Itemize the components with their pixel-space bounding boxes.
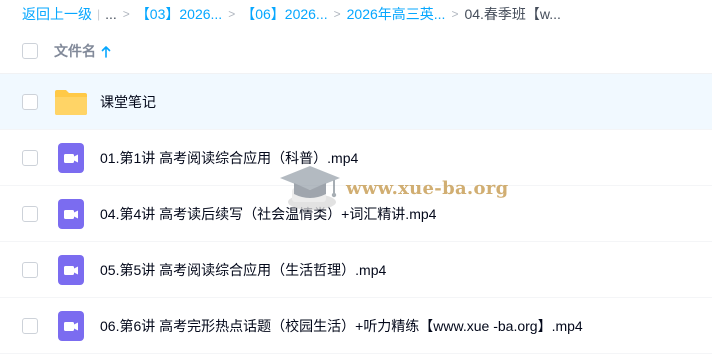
row-checkbox[interactable] [22,261,38,278]
breadcrumb-ellipsis[interactable]: ... [105,6,117,22]
breadcrumb-current: 04.春季班【w... [464,6,561,22]
video-file-icon [54,253,88,287]
breadcrumb-chevron-icon: > [333,7,341,21]
file-name[interactable]: 06.第6讲 高考完形热点话题（校园生活）+听力精练【www.xue -ba.o… [100,316,583,336]
column-header-filename[interactable]: 文件名 [54,41,96,61]
file-name[interactable]: 课堂笔记 [100,92,156,112]
file-list-header: 文件名 [0,28,712,74]
breadcrumb: 返回上一级 | ... > 【03】2026... > 【06】2026... … [0,0,712,28]
video-file-icon [54,197,88,231]
file-row-folder[interactable]: 课堂笔记 [0,74,712,130]
file-name[interactable]: 04.第4讲 高考读后续写（社会温情类）+词汇精讲.mp4 [100,204,436,224]
row-checkbox[interactable] [22,205,38,222]
video-file-icon [54,141,88,175]
row-checkbox[interactable] [22,93,38,110]
breadcrumb-item[interactable]: 【03】2026... [136,4,222,24]
row-checkbox[interactable] [22,317,38,334]
sort-ascending-icon[interactable] [101,45,111,58]
file-row[interactable]: 01.第1讲 高考阅读综合应用（科普）.mp4 [0,130,712,186]
file-row[interactable]: 04.第4讲 高考读后续写（社会温情类）+词汇精讲.mp4 [0,186,712,242]
video-file-icon [54,309,88,343]
row-checkbox[interactable] [22,149,38,166]
breadcrumb-chevron-icon: > [451,7,459,21]
select-all-checkbox[interactable] [22,42,38,59]
breadcrumb-item[interactable]: 2026年高三英... [347,4,446,24]
breadcrumb-chevron-icon: > [228,7,236,21]
folder-icon [54,85,88,119]
breadcrumb-divider: | [97,7,101,21]
file-name[interactable]: 01.第1讲 高考阅读综合应用（科普）.mp4 [100,148,358,168]
breadcrumb-item[interactable]: 【06】2026... [241,4,327,24]
file-row[interactable]: 05.第5讲 高考阅读综合应用（生活哲理）.mp4 [0,242,712,298]
file-row[interactable]: 06.第6讲 高考完形热点话题（校园生活）+听力精练【www.xue -ba.o… [0,298,712,354]
breadcrumb-chevron-icon: > [122,7,130,21]
file-name[interactable]: 05.第5讲 高考阅读综合应用（生活哲理）.mp4 [100,260,386,280]
breadcrumb-back-link[interactable]: 返回上一级 [22,4,92,24]
